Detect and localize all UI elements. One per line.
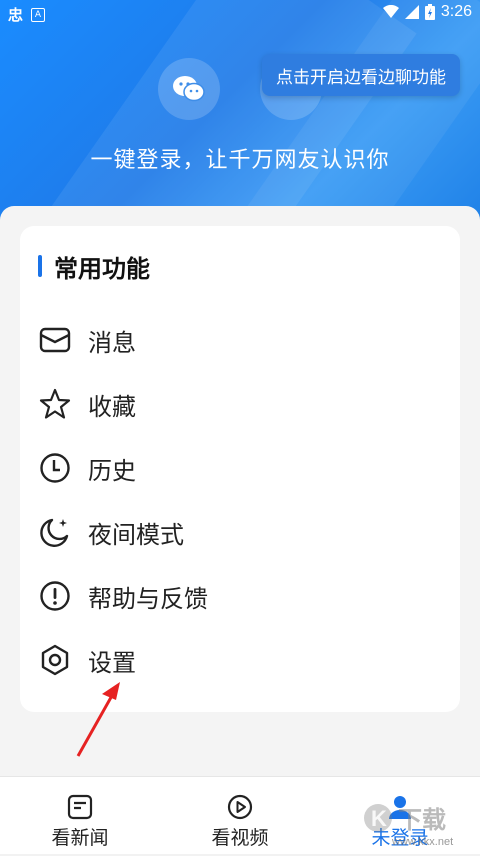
pointer-arrow-annotation [76, 682, 120, 757]
tab-video[interactable]: 看视频 [180, 793, 300, 850]
header-banner [0, 0, 480, 240]
section-title: 常用功能 [38, 246, 150, 286]
exclamation-icon [38, 579, 72, 613]
status-bar: 忠 A 3:26 [0, 0, 480, 26]
menu-item-night-mode[interactable]: 夜间模式 [38, 508, 438, 556]
battery-icon [424, 4, 435, 20]
notification-a-icon: A [31, 7, 46, 22]
tab-label: 看视频 [211, 827, 269, 849]
login-slogan[interactable]: 一键登录，让千万网友认识你 [0, 142, 480, 174]
menu-item-label: 帮助与反馈 [88, 584, 208, 613]
tab-news[interactable]: 看新闻 [20, 793, 140, 850]
site-watermark: K 下载 www.kkx.net [362, 796, 474, 852]
hexagon-settings-icon [38, 643, 72, 677]
menu-item-label: 收藏 [88, 392, 136, 421]
app-notification-icon: 忠 [8, 6, 24, 24]
menu-item-label: 消息 [88, 328, 136, 357]
menu-item-label: 历史 [88, 456, 136, 485]
signal-icon [404, 5, 419, 19]
star-icon [38, 387, 72, 421]
news-icon [20, 793, 140, 821]
clock-icon [38, 451, 72, 485]
wechat-login-button[interactable] [158, 58, 220, 120]
mail-icon [38, 323, 72, 357]
menu-item-help-feedback[interactable]: 帮助与反馈 [38, 572, 438, 620]
menu-item-label: 设置 [88, 648, 136, 677]
title-accent-bar [38, 255, 42, 277]
menu-item-label: 夜间模式 [88, 520, 184, 549]
play-icon [180, 793, 300, 821]
wifi-icon [382, 5, 399, 18]
menu-item-history[interactable]: 历史 [38, 444, 438, 492]
menu-item-messages[interactable]: 消息 [38, 316, 438, 364]
menu-item-favorites[interactable]: 收藏 [38, 380, 438, 428]
svg-text:下载: 下载 [398, 806, 446, 834]
common-functions-card: 常用功能 消息 收藏 历史 夜间模式 帮助与反馈 设置 [20, 226, 460, 712]
chat-feature-tooltip[interactable]: 点击开启边看边聊功能 [262, 54, 460, 96]
tab-label: 看新闻 [51, 827, 109, 849]
section-title-text: 常用功能 [54, 254, 150, 283]
svg-text:K: K [371, 806, 387, 831]
wechat-icon [173, 76, 205, 102]
moon-icon [38, 515, 72, 549]
menu-item-settings[interactable]: 设置 [38, 636, 438, 684]
clock-text: 3:26 [440, 3, 472, 20]
watermark-url: www.kkx.net [392, 836, 454, 848]
